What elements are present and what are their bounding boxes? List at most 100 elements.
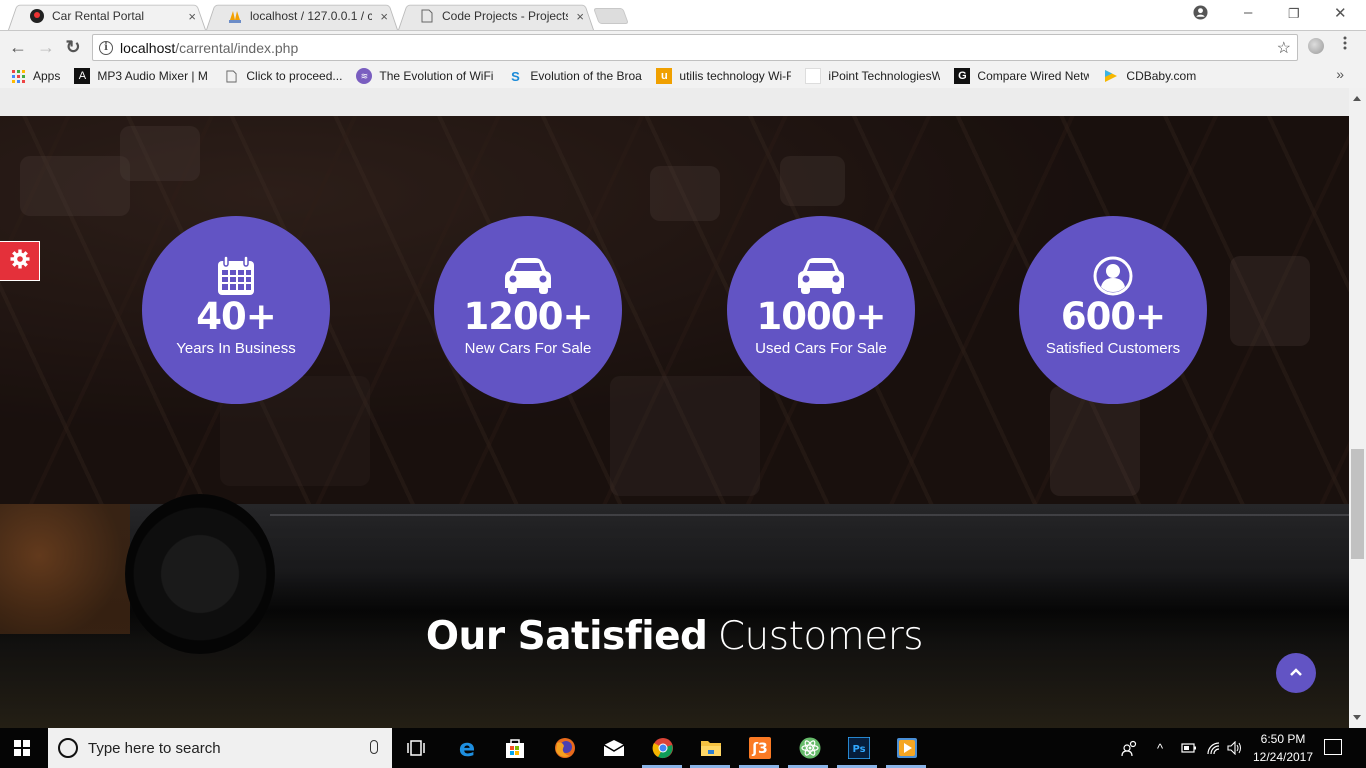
chrome-icon[interactable]	[651, 736, 675, 760]
close-window-button[interactable]: ✕	[1334, 4, 1347, 22]
gear-icon	[10, 249, 30, 274]
user-circle-icon	[1093, 256, 1133, 296]
tab-phpmyadmin[interactable]: localhost / 127.0.0.1 / car ×	[206, 2, 398, 30]
action-center-icon[interactable]	[1324, 739, 1342, 755]
svg-text:Ps: Ps	[852, 744, 865, 755]
forward-button[interactable]: →	[36, 37, 56, 57]
bookmark-cdbaby[interactable]: CDBaby.com	[1103, 68, 1196, 84]
wifi-signal-icon[interactable]	[1206, 728, 1222, 768]
bookmark-evolution-of-wifi[interactable]: ≋ The Evolution of WiFi	[356, 68, 493, 84]
bookmark-label: iPoint TechnologiesW	[828, 69, 941, 83]
stat-value: 40+	[196, 295, 276, 338]
bookmark-label: The Evolution of WiFi	[379, 69, 494, 83]
cortana-icon	[58, 738, 78, 758]
s-logo-icon: S	[511, 68, 520, 84]
tab-title: Car Rental Portal	[52, 9, 145, 23]
stat-used-cars: 1000+ Used Cars For Sale	[727, 216, 915, 404]
back-button[interactable]: ←	[8, 37, 28, 57]
bookmark-label: utilis technology Wi-F	[679, 69, 792, 83]
browser-toolbar: ← → ↻ i localhost/carrental/index.php ☆	[0, 30, 1366, 64]
tab-title: Code Projects - Projects,	[442, 9, 569, 23]
scroll-to-top-button[interactable]	[1276, 653, 1316, 693]
file-explorer-icon[interactable]	[699, 736, 723, 760]
stats-section: 40+ Years In Business 1200+ New Cars For…	[0, 116, 1349, 504]
system-clock[interactable]: 6:50 PM 12/24/2017	[1248, 730, 1318, 766]
clock-time: 6:50 PM	[1260, 732, 1306, 746]
bookmarks-bar: Apps A MP3 Audio Mixer | M Click to proc…	[0, 64, 1366, 88]
tab-close-icon[interactable]: ×	[188, 9, 196, 24]
people-icon[interactable]	[1121, 728, 1139, 768]
mail-icon[interactable]	[602, 736, 626, 760]
address-bar[interactable]: i localhost/carrental/index.php ☆	[92, 34, 1298, 61]
show-hidden-icons-button[interactable]: ^	[1157, 728, 1163, 768]
customers-heading-light: Customers	[717, 614, 924, 659]
bookmark-click-to-proceed[interactable]: Click to proceed...	[223, 68, 342, 84]
bookmark-apps[interactable]: Apps	[10, 68, 60, 84]
u-logo-icon: u	[656, 68, 673, 84]
cdbaby-icon	[1103, 68, 1119, 84]
settings-toggle-button[interactable]	[0, 241, 40, 281]
bookmark-star-icon[interactable]: ☆	[1277, 38, 1291, 58]
bookmark-label: Evolution of the Broa	[530, 69, 642, 83]
windows-start-button[interactable]	[14, 740, 30, 756]
reload-button[interactable]: ↻	[63, 37, 83, 57]
chevron-up-icon	[1289, 664, 1303, 682]
stat-value: 600+	[1060, 295, 1166, 338]
bookmark-evolution-broadband[interactable]: S Evolution of the Broa	[507, 68, 642, 84]
photoshop-icon[interactable]: Ps	[847, 736, 871, 760]
taskbar-search-box[interactable]: Type here to search	[48, 728, 392, 768]
site-info-icon[interactable]: i	[99, 40, 113, 55]
tab-close-icon[interactable]: ×	[380, 9, 388, 24]
store-icon[interactable]	[503, 736, 527, 760]
bookmark-label: Click to proceed...	[246, 69, 343, 83]
bookmark-label: Compare Wired Netw	[977, 69, 1090, 83]
car-rental-favicon	[30, 9, 44, 23]
blank-icon	[805, 68, 822, 84]
battery-icon[interactable]	[1181, 728, 1197, 768]
scrollbar-thumb[interactable]	[1351, 449, 1364, 559]
tab-code-projects[interactable]: Code Projects - Projects, ×	[398, 2, 594, 30]
bookmark-ipoint-technologies[interactable]: iPoint TechnologiesW	[805, 68, 940, 84]
bookmark-label: CDBaby.com	[1126, 69, 1197, 83]
tab-title: localhost / 127.0.0.1 / car	[250, 9, 373, 23]
xampp-icon[interactable]: ʃ3	[748, 736, 772, 760]
tab-close-icon[interactable]: ×	[576, 9, 584, 24]
browser-menu-icon[interactable]	[1342, 36, 1348, 50]
restore-button[interactable]: ❐	[1288, 6, 1300, 22]
stat-value: 1000+	[756, 295, 887, 338]
stat-satisfied-customers: 600+ Satisfied Customers	[1019, 216, 1207, 404]
stat-label: Satisfied Customers	[1045, 340, 1181, 357]
microphone-icon[interactable]	[370, 740, 378, 754]
volume-icon[interactable]	[1227, 728, 1243, 768]
customers-heading: Our Satisfied Customers	[0, 614, 1349, 659]
new-tab-button[interactable]	[593, 8, 629, 24]
page-scrollbar[interactable]	[1349, 88, 1366, 728]
stat-label: Years In Business	[176, 340, 296, 357]
edge-browser-icon[interactable]: e	[455, 734, 479, 762]
stat-label: Used Cars For Sale	[755, 340, 887, 357]
svg-text:ʃ3: ʃ3	[751, 741, 768, 757]
search-placeholder: Type here to search	[88, 739, 221, 757]
bookmark-mp3-audio-mixer[interactable]: A MP3 Audio Mixer | M	[74, 68, 209, 84]
extension-icon[interactable]	[1308, 38, 1324, 54]
task-view-icon[interactable]	[404, 736, 428, 760]
minimize-button[interactable]: –	[1244, 4, 1252, 21]
bookmark-compare-wired-network[interactable]: G Compare Wired Netw	[954, 68, 1089, 84]
profile-icon[interactable]	[1193, 5, 1208, 24]
url-host: localhost	[120, 39, 176, 56]
wifi-icon: ≋	[356, 68, 373, 84]
calendar-icon	[217, 256, 255, 296]
tab-car-rental-portal[interactable]: Car Rental Portal ×	[8, 2, 206, 30]
more-bookmarks-button[interactable]: »	[1336, 66, 1344, 82]
page-viewport: 40+ Years In Business 1200+ New Cars For…	[0, 88, 1349, 728]
scroll-down-arrow[interactable]	[1353, 715, 1361, 720]
scroll-up-arrow[interactable]	[1353, 96, 1361, 101]
car-icon	[504, 256, 552, 296]
bookmark-utilis-technology[interactable]: u utilis technology Wi-F	[656, 68, 791, 84]
atom-editor-icon[interactable]	[798, 736, 822, 760]
stat-label: New Cars For Sale	[464, 340, 592, 357]
media-player-icon[interactable]	[895, 736, 919, 760]
stat-years-in-business: 40+ Years In Business	[142, 216, 330, 404]
antenna-icon: A	[74, 68, 91, 84]
firefox-icon[interactable]	[553, 736, 577, 760]
